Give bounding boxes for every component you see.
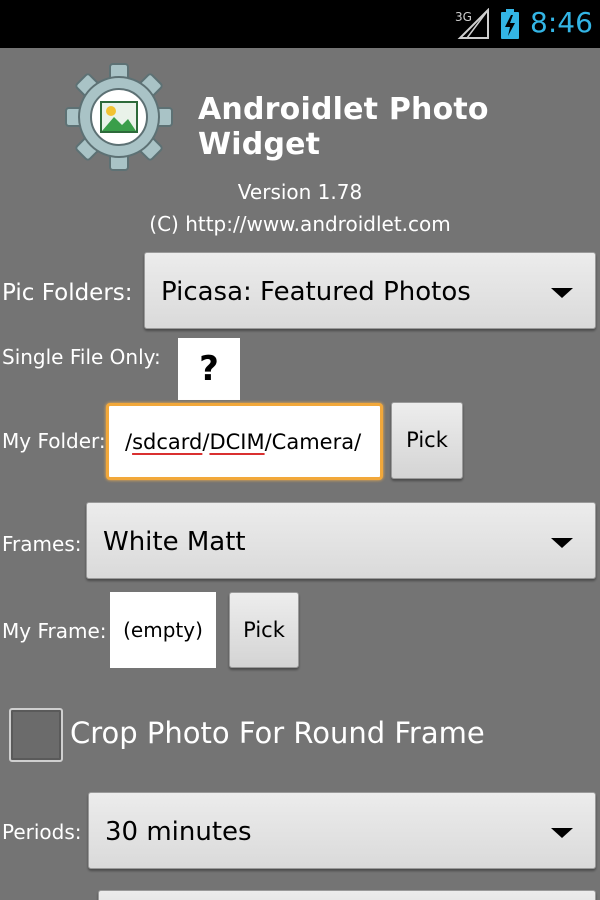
app-title: Androidlet Photo Widget: [198, 92, 489, 162]
my-folder-label: My Folder:: [2, 429, 106, 453]
clock: 8:46: [530, 6, 593, 39]
dropdown-arrow-icon: [551, 288, 573, 298]
my-folder-path: /sdcard/DCIM/Camera/: [125, 430, 362, 454]
frames-label: Frames:: [2, 532, 82, 556]
copyright-text: (C) http://www.androidlet.com: [149, 212, 451, 236]
pic-folders-spinner[interactable]: Picasa: Featured Photos: [144, 252, 596, 329]
my-frame-input[interactable]: (empty): [110, 592, 216, 668]
my-folder-pick-button[interactable]: Pick: [391, 402, 463, 479]
my-frame-pick-button[interactable]: Pick: [229, 592, 299, 668]
pic-folders-label: Pic Folders:: [2, 280, 133, 306]
periods-spinner[interactable]: 30 minutes: [88, 792, 596, 869]
signal-3g-icon: 3G: [455, 8, 489, 39]
frames-value: White Matt: [103, 527, 246, 557]
my-frame-label: My Frame:: [2, 619, 107, 643]
dropdown-arrow-icon: [551, 828, 573, 838]
version-text: Version 1.78: [237, 180, 363, 204]
my-folder-input[interactable]: /sdcard/DCIM/Camera/: [106, 403, 383, 480]
single-file-help-button[interactable]: ?: [178, 338, 240, 400]
network-type: 3G: [455, 10, 472, 24]
single-file-label: Single File Only:: [2, 345, 161, 369]
pic-folders-value: Picasa: Featured Photos: [161, 277, 471, 307]
periods-label: Periods:: [2, 820, 82, 844]
dropdown-arrow-icon: [551, 538, 573, 548]
frames-spinner[interactable]: White Matt: [86, 502, 596, 579]
status-bar: 3G 8:46: [0, 0, 600, 48]
battery-charging-icon: [501, 9, 519, 39]
crop-checkbox[interactable]: [9, 708, 63, 762]
periods-value: 30 minutes: [105, 817, 252, 847]
next-spinner-partial[interactable]: [98, 890, 596, 900]
gear-photo-icon: [65, 63, 173, 171]
crop-label: Crop Photo For Round Frame: [70, 716, 485, 750]
